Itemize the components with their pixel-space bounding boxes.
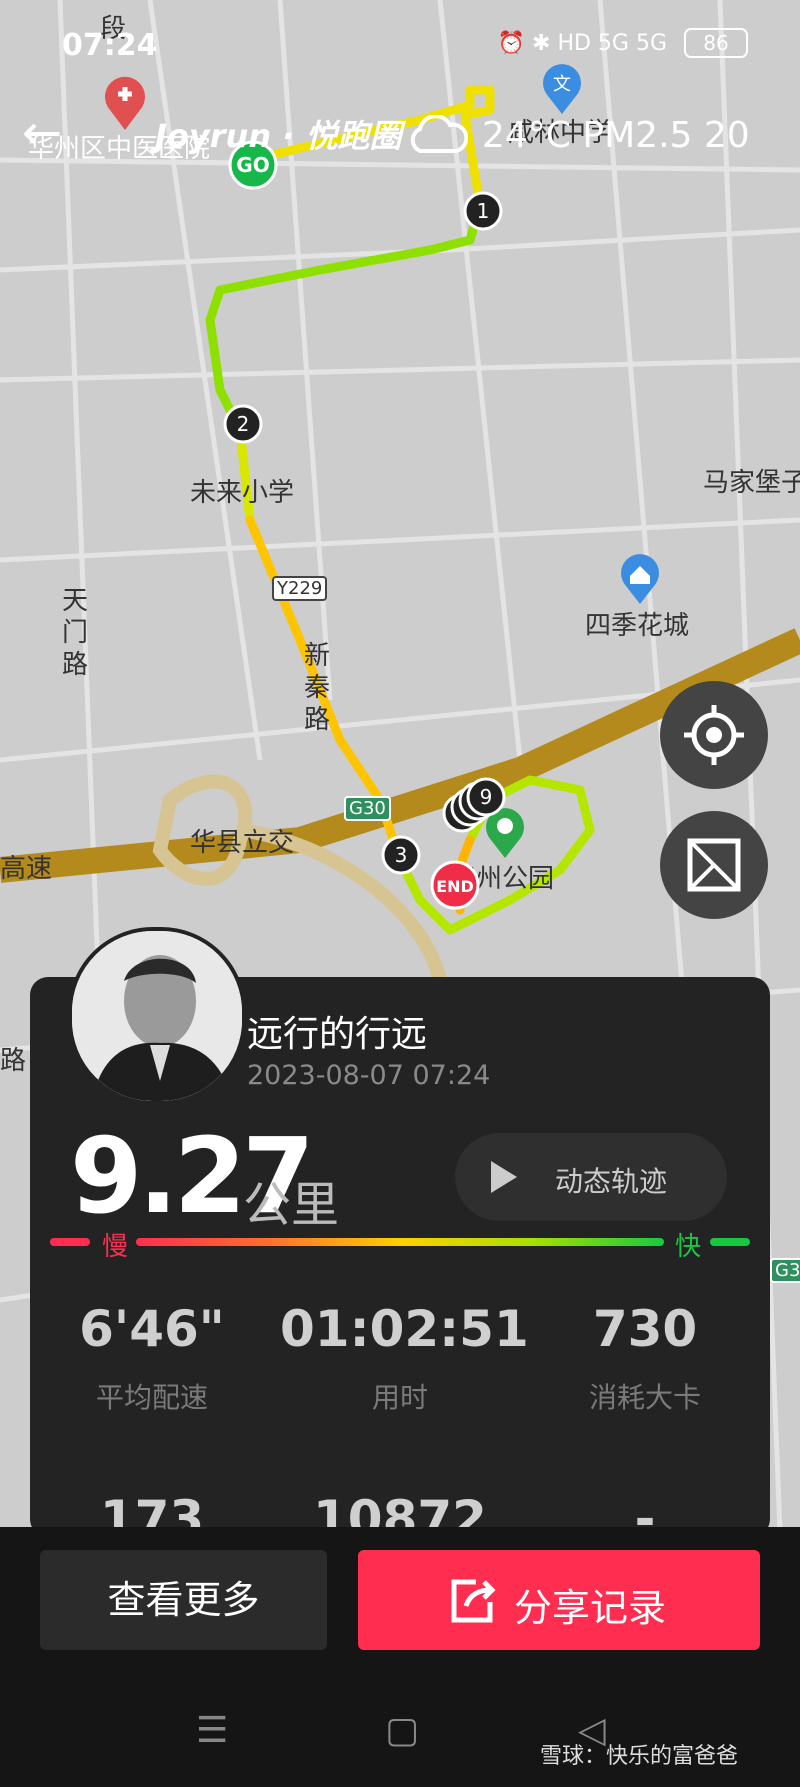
- pace-fast-label: 快: [675, 1232, 702, 1262]
- km-marker-1[interactable]: 1: [463, 191, 503, 231]
- locate-button[interactable]: [660, 681, 768, 789]
- svg-text:1: 1: [477, 199, 490, 223]
- stat-avg-pace: 6'46" 平均配速: [32, 1300, 272, 1416]
- avatar[interactable]: [68, 927, 246, 1105]
- map-label-interchange: 华县立交: [190, 828, 295, 858]
- map-label-tianmen-road: 天门路: [62, 586, 89, 680]
- back-button[interactable]: ←: [22, 105, 62, 161]
- stat-value: 6'46": [79, 1300, 225, 1358]
- cloud-icon: [410, 115, 468, 153]
- crosshair-icon: [684, 705, 744, 765]
- map-label-village: 马家堡子: [703, 468, 800, 498]
- svg-text:END: END: [436, 877, 474, 896]
- status-time: 07:24: [62, 28, 158, 63]
- watermark: 雪球：快乐的富爸爸: [540, 1744, 739, 1769]
- map-label-expressway: 高速: [0, 854, 53, 884]
- community-pin-icon[interactable]: [618, 552, 662, 604]
- status-bar: 07:24 ⏰ ✱ HD 5G 5G 86: [0, 0, 800, 90]
- brand-logo: Joyrun · 悦跑圈: [155, 117, 402, 155]
- dynamic-track-button[interactable]: 动态轨迹: [455, 1133, 727, 1221]
- user-name[interactable]: 远行的行远: [247, 1005, 427, 1057]
- distance-unit: 公里: [243, 1177, 340, 1233]
- share-icon: [451, 1579, 496, 1623]
- map-frame-icon: [687, 838, 741, 892]
- road-sign-g31: G31: [770, 1258, 800, 1283]
- view-more-button[interactable]: 查看更多: [40, 1550, 327, 1650]
- header-bar: ← Joyrun · 悦跑圈 24°C PM2.5 20: [0, 105, 800, 165]
- km-marker-2[interactable]: 2: [223, 404, 263, 444]
- stat-value: 01:02:51: [280, 1300, 529, 1358]
- nav-menu-button[interactable]: ☰: [196, 1710, 228, 1751]
- stat-label: 消耗大卡: [588, 1381, 701, 1414]
- end-marker[interactable]: END: [430, 860, 480, 910]
- svg-text:2: 2: [237, 412, 250, 436]
- pace-slow-label: 慢: [102, 1232, 129, 1262]
- road-sign-g30: G30: [344, 796, 391, 821]
- pace-bar-slow-segment: [50, 1238, 90, 1246]
- map-label-community: 四季花城: [585, 611, 690, 641]
- stat-label: 用时: [371, 1381, 428, 1414]
- pace-bar-fast-segment: [710, 1238, 750, 1246]
- nav-home-button[interactable]: ▢: [385, 1710, 419, 1751]
- stat-value: 730: [592, 1300, 698, 1358]
- status-indicator-icons: ⏰ ✱ HD 5G 5G: [497, 31, 667, 56]
- stat-duration: 01:02:51 用时: [280, 1300, 529, 1416]
- map-style-button[interactable]: [660, 811, 768, 919]
- status-icons: ⏰ ✱ HD 5G 5G 86: [498, 28, 748, 58]
- weather-info: 24°C PM2.5 20: [482, 115, 750, 156]
- share-record-button[interactable]: 分享记录: [358, 1550, 760, 1650]
- stat-calories: 730 消耗大卡: [525, 1300, 765, 1416]
- map-label-school-mid: 未来小学: [190, 478, 295, 508]
- share-record-label: 分享记录: [514, 1586, 667, 1630]
- svg-text:9: 9: [480, 785, 493, 809]
- map-label-xinjie-road: 新秦路: [304, 641, 331, 735]
- profile-photo: [72, 931, 242, 1101]
- battery-icon: 86: [684, 28, 748, 58]
- run-datetime: 2023-08-07 07:24: [247, 1060, 491, 1091]
- map-label-left-road: 路: [0, 1046, 27, 1076]
- svg-text:3: 3: [395, 843, 408, 867]
- pace-gradient-bar: [136, 1238, 664, 1246]
- km-marker-stack[interactable]: 9: [440, 775, 520, 835]
- dynamic-track-label: 动态轨迹: [555, 1165, 668, 1198]
- road-sign-y229: Y229: [272, 576, 328, 601]
- play-icon: [491, 1161, 517, 1193]
- km-marker-3[interactable]: 3: [381, 835, 421, 875]
- stat-label: 平均配速: [95, 1381, 208, 1414]
